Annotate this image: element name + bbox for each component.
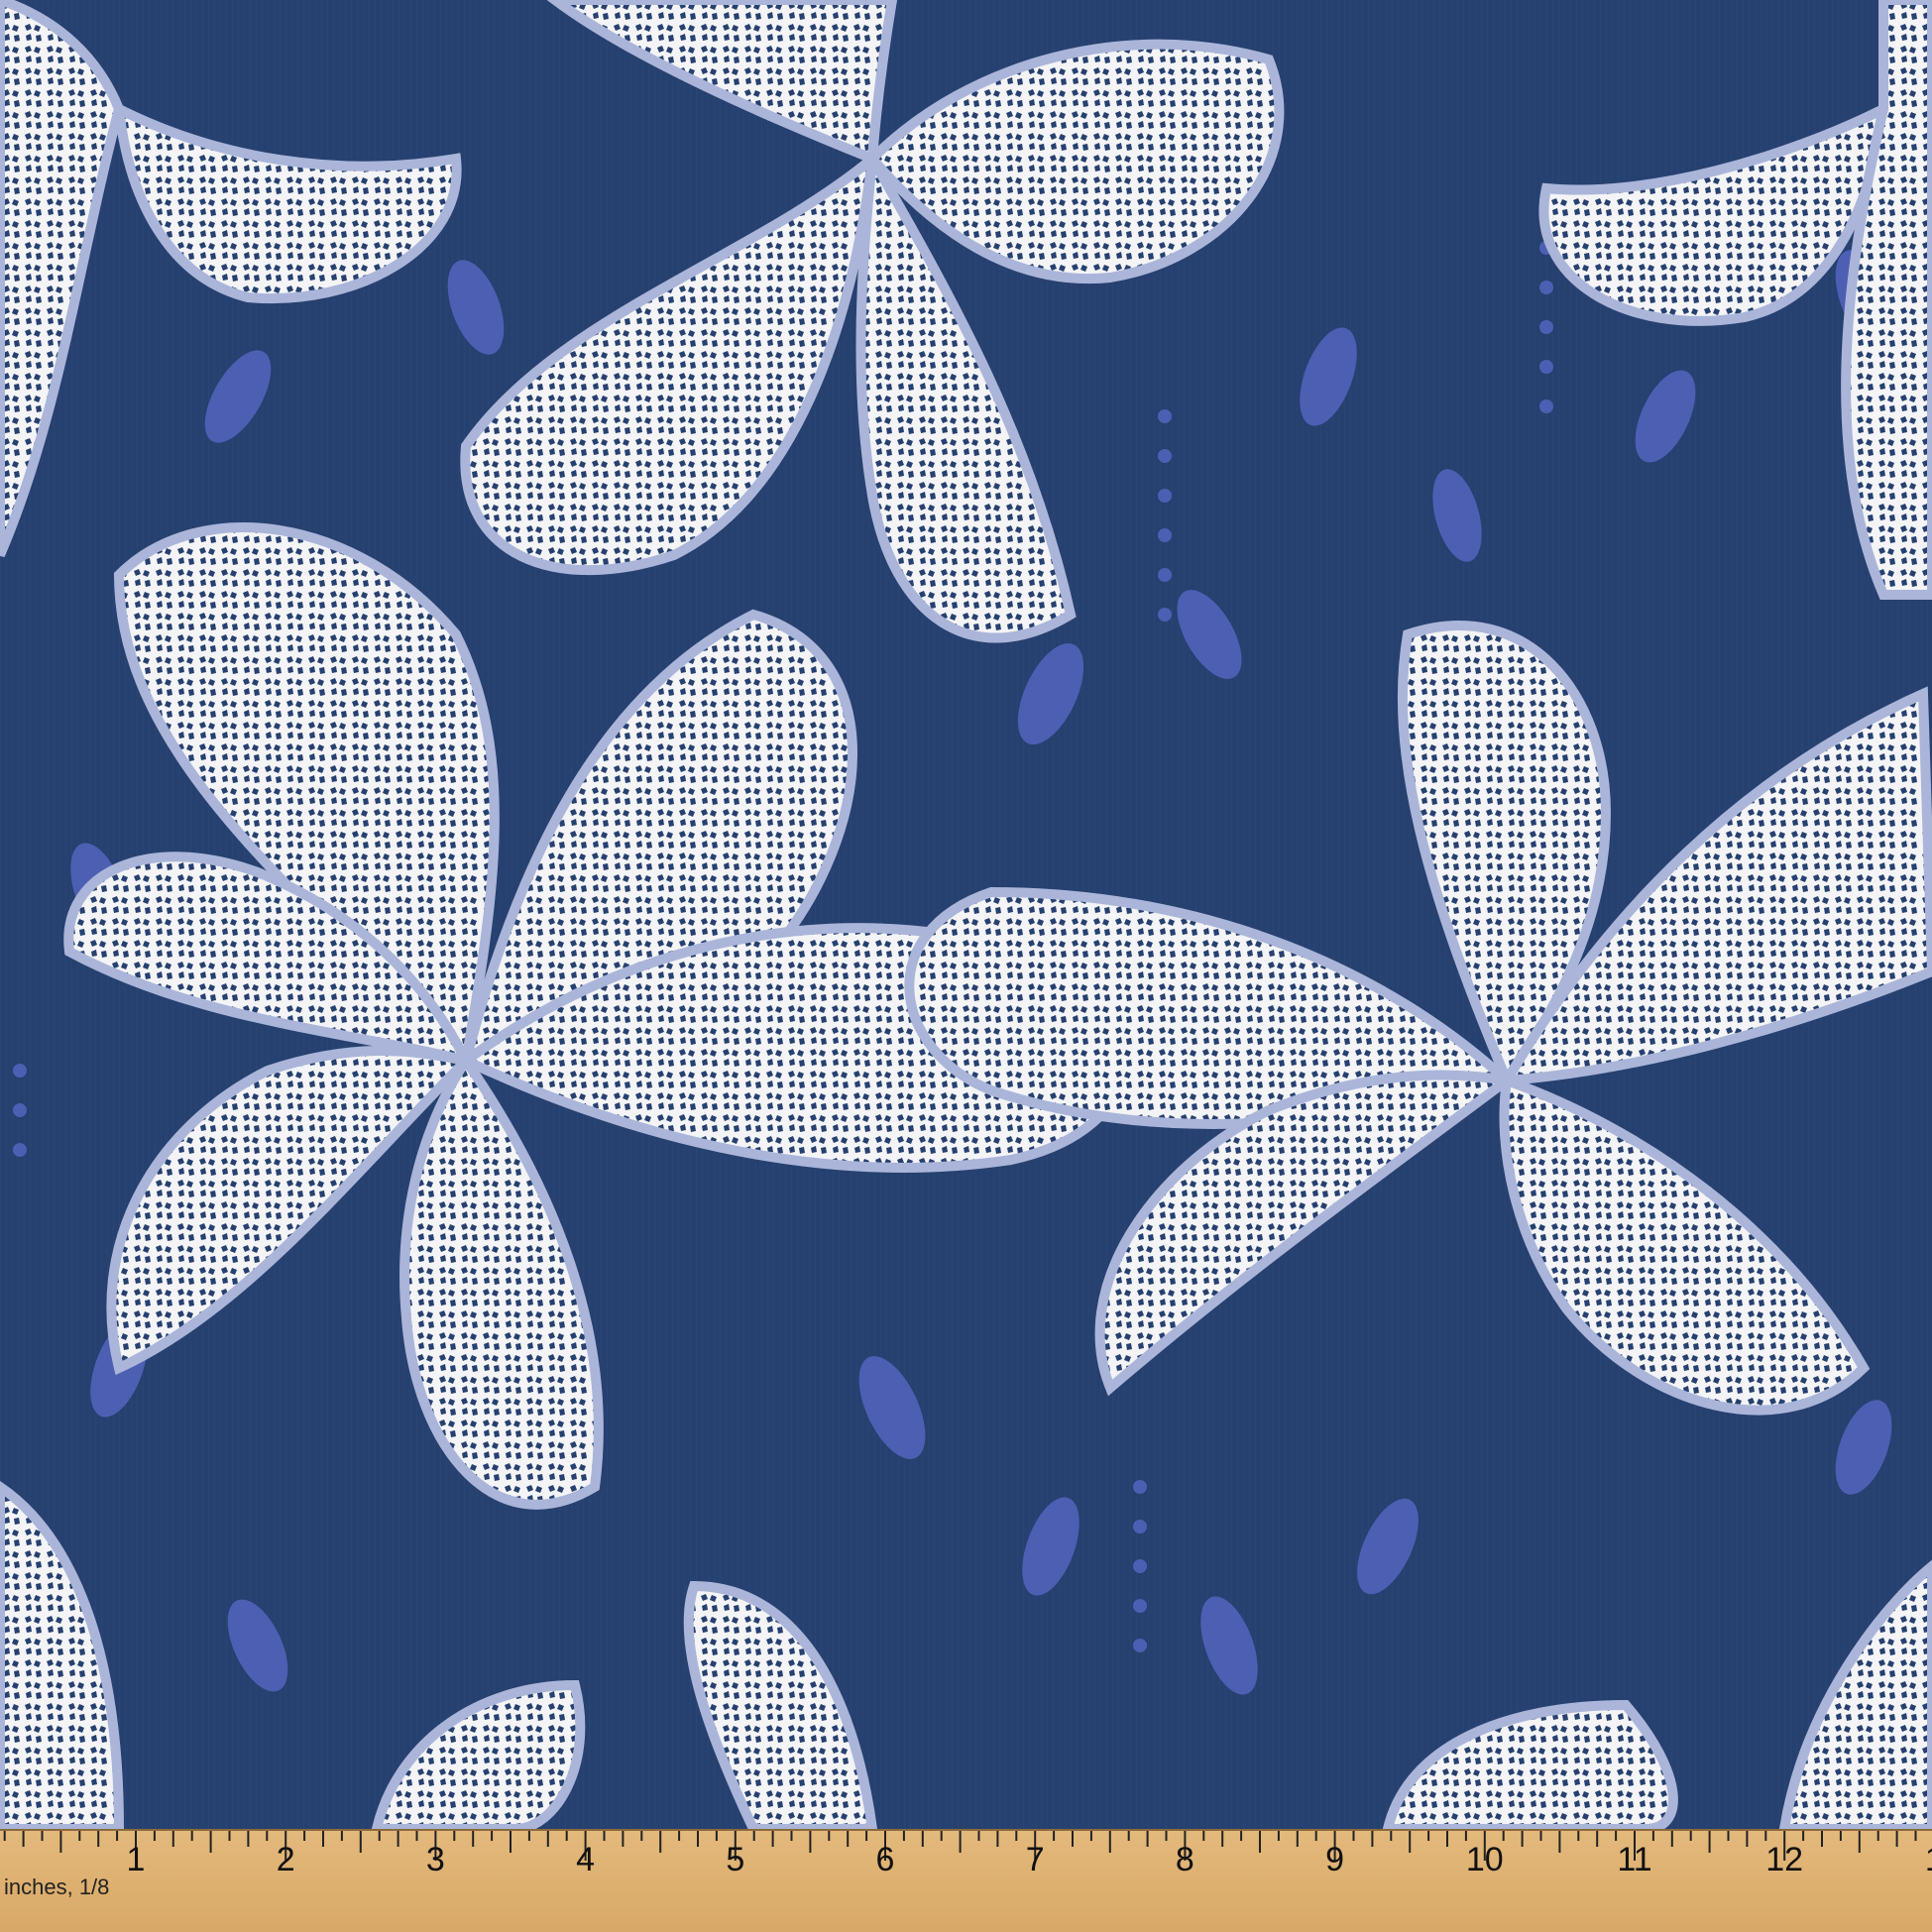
fabric-swatch-image: inches, 1/8 1234567891011121 [0, 0, 1932, 1932]
ruler-number: 10 [1465, 1841, 1504, 1878]
ruler-number: 4 [576, 1841, 596, 1878]
ruler-number: 6 [875, 1841, 895, 1878]
floral-fabric-pattern [0, 0, 1932, 1829]
ruler-number: 8 [1175, 1841, 1194, 1878]
ruler-number: 7 [1025, 1841, 1045, 1878]
ruler-unit-label: inches, 1/8 [4, 1875, 110, 1899]
ruler-number: 5 [726, 1841, 745, 1878]
ruler-number: 9 [1325, 1841, 1345, 1878]
ruler-number: 3 [425, 1841, 445, 1878]
ruler-number: 1 [126, 1841, 146, 1878]
measuring-ruler: inches, 1/8 1234567891011121 [0, 1829, 1932, 1932]
ruler-number: 12 [1765, 1841, 1804, 1878]
ruler-number: 11 [1617, 1841, 1652, 1878]
ruler-number: 1 [1925, 1841, 1932, 1879]
ruler-number: 2 [276, 1841, 295, 1878]
